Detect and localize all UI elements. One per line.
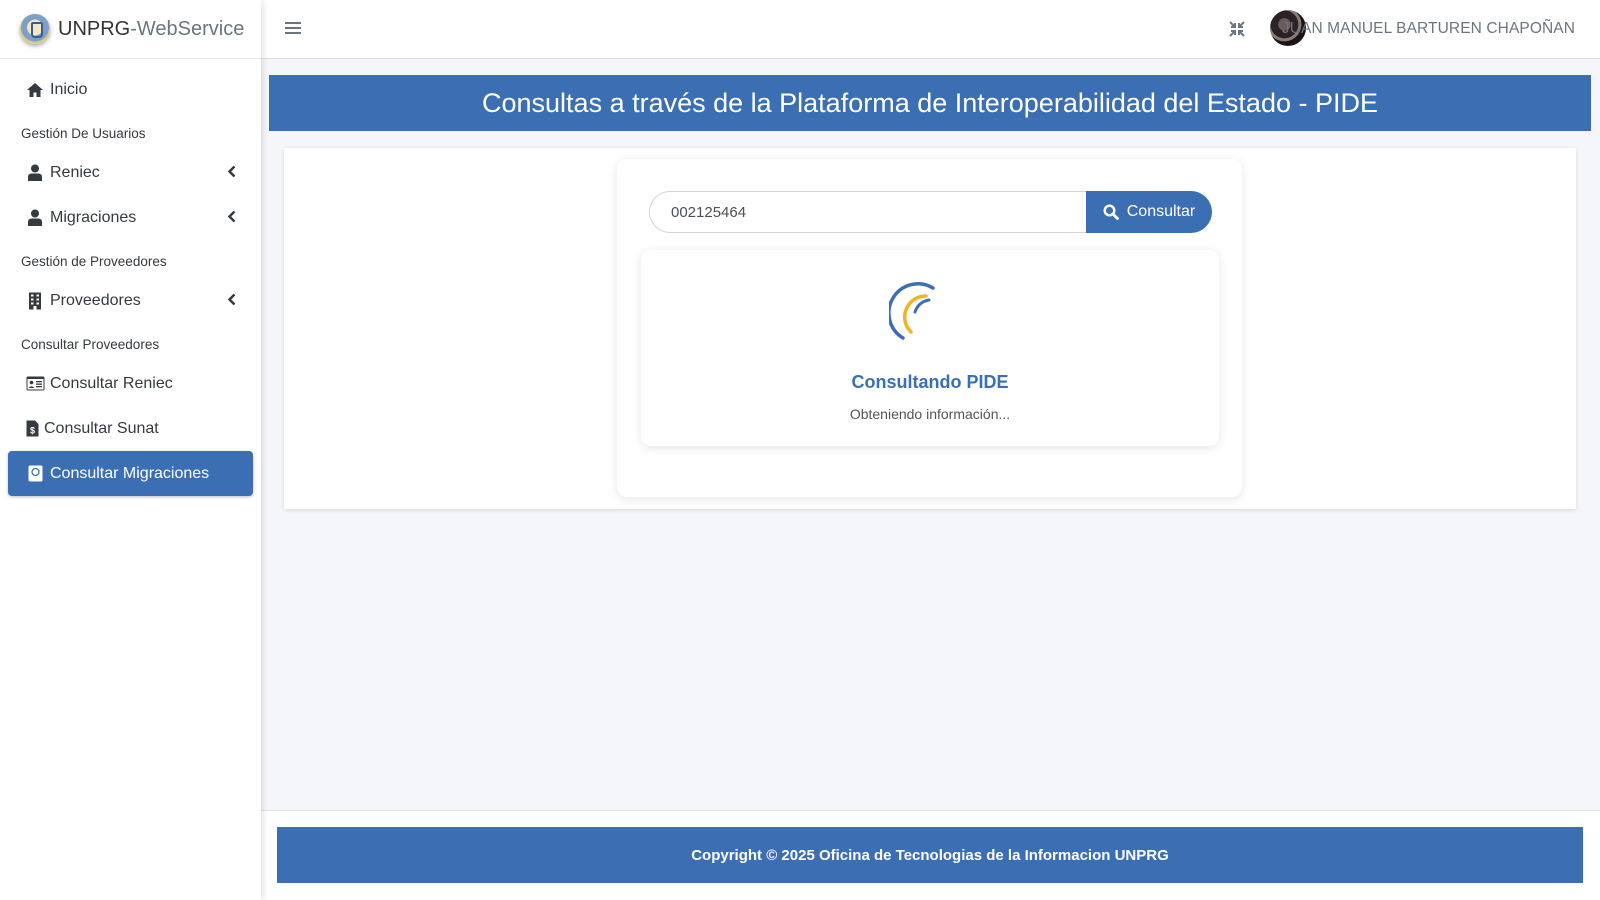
search-icon — [1103, 204, 1119, 220]
sidebar-item-inicio[interactable]: Inicio — [8, 67, 253, 112]
loading-spinner-icon — [889, 282, 935, 340]
svg-text:$: $ — [29, 426, 34, 436]
sidebar-item-consultar-sunat[interactable]: $ Consultar Sunat — [8, 406, 253, 451]
user-icon — [25, 209, 45, 227]
sidebar-item-label: Inicio — [50, 80, 88, 98]
search-input[interactable] — [649, 191, 1086, 233]
sidebar-item-label: Reniec — [50, 163, 100, 181]
chevron-left-icon — [228, 165, 236, 178]
user-icon — [25, 164, 45, 182]
sidebar-item-migraciones[interactable]: Migraciones — [8, 195, 253, 240]
chevron-left-icon — [228, 293, 236, 306]
sidebar-item-reniec[interactable]: Reniec — [8, 150, 253, 195]
loading-title: Consultando PIDE — [851, 372, 1009, 392]
university-logo-icon — [20, 14, 50, 44]
sidebar-section-users: Gestión De Usuarios — [21, 126, 146, 141]
loading-card: Consultando PIDE Obteniendo información.… — [641, 250, 1219, 446]
sidebar-section-consult: Consultar Proveedores — [21, 337, 160, 352]
sidebar-item-consultar-reniec[interactable]: Consultar Reniec — [8, 361, 253, 406]
loading-subtitle: Obteniendo información... — [849, 406, 1011, 422]
building-icon — [25, 292, 45, 310]
sidebar-item-label: Consultar Sunat — [44, 419, 159, 437]
consultar-button[interactable]: Consultar — [1086, 191, 1212, 233]
sidebar: UNPRG-WebService Inicio Gestión De Usuar… — [0, 0, 261, 900]
consultar-button-label: Consultar — [1126, 203, 1196, 220]
sidebar-nav: Inicio Gestión De Usuarios Reniec Migrac… — [0, 59, 261, 504]
menu-toggle-icon[interactable] — [285, 21, 301, 35]
sidebar-section-providers: Gestión de Proveedores — [21, 254, 167, 269]
fullscreen-exit-icon[interactable] — [1228, 20, 1246, 38]
footer: Copyright © 2025 Oficina de Tecnologias … — [277, 827, 1583, 883]
passport-icon — [25, 465, 45, 483]
brand-title: UNPRG-WebService — [58, 17, 245, 40]
home-icon — [25, 81, 45, 99]
top-navbar: JUAN MANUEL BARTUREN CHAPOÑAN — [261, 0, 1600, 59]
sidebar-item-label: Migraciones — [50, 208, 137, 226]
sidebar-item-label: Consultar Reniec — [50, 374, 173, 392]
sidebar-item-proveedores[interactable]: Proveedores — [8, 278, 253, 323]
id-card-icon — [25, 375, 45, 393]
page-title: Consultas a través de la Plataforma de I… — [269, 75, 1591, 131]
sidebar-item-consultar-migraciones[interactable]: Consultar Migraciones — [8, 451, 253, 496]
sidebar-item-label: Proveedores — [50, 291, 141, 309]
chevron-left-icon — [228, 210, 236, 223]
brand[interactable]: UNPRG-WebService — [0, 0, 261, 59]
sidebar-item-label: Consultar Migraciones — [50, 464, 210, 482]
invoice-dollar-icon: $ — [25, 420, 39, 438]
user-name[interactable]: JUAN MANUEL BARTUREN CHAPOÑAN — [1282, 20, 1575, 38]
